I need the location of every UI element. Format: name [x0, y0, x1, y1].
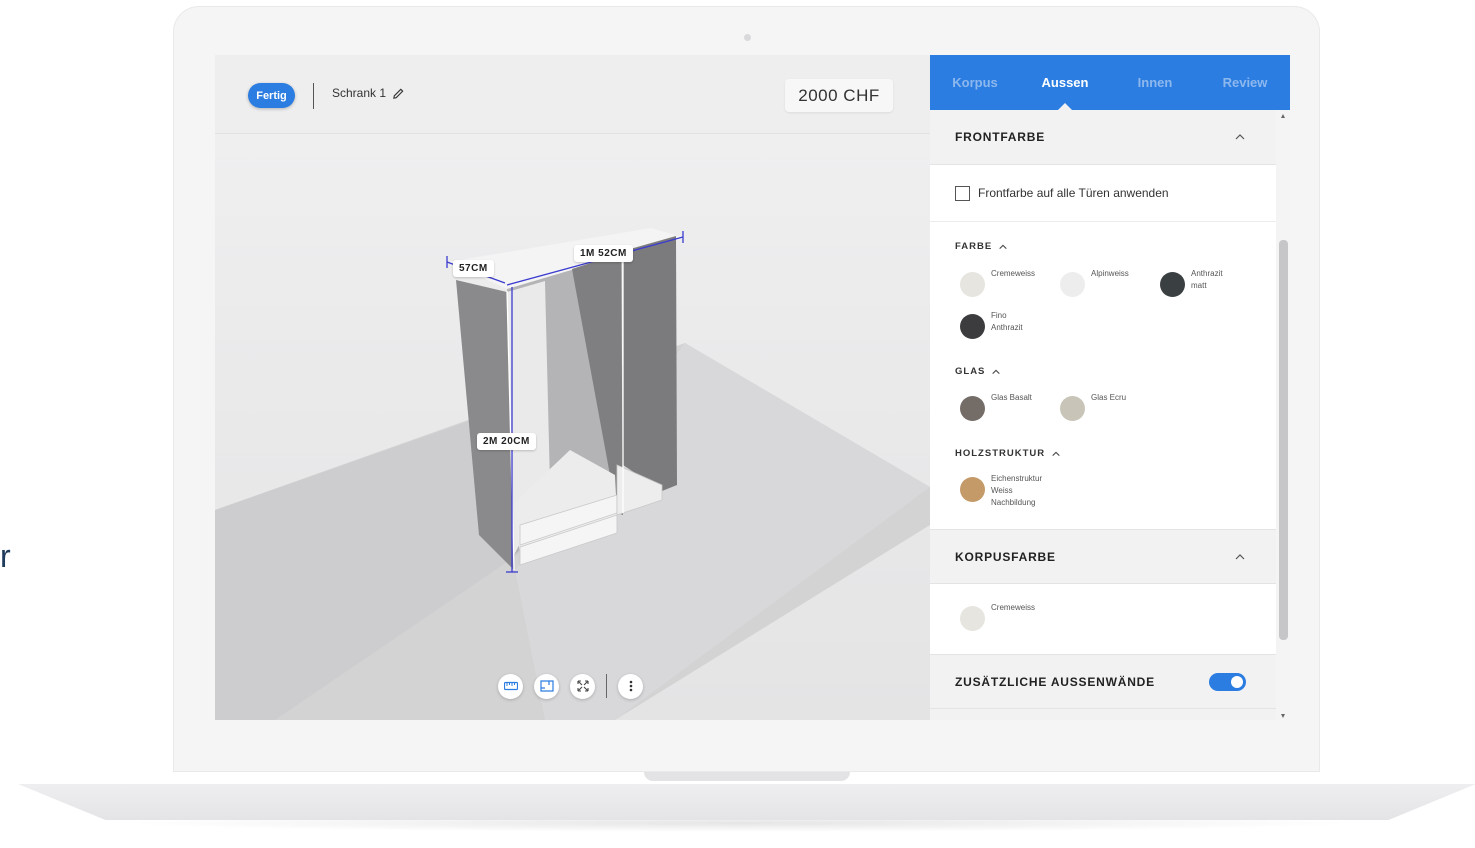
fullscreen-icon[interactable] [570, 673, 595, 699]
swatch-option[interactable]: Alpinweiss [1060, 268, 1160, 302]
dimension-height-label: 2M 20CM [477, 433, 536, 450]
group-header-glas[interactable]: GLAS [930, 366, 1276, 377]
scroll-down-icon[interactable] [1281, 714, 1285, 718]
price-display: 2000 CHF [785, 79, 893, 112]
tab-review[interactable]: Review [1200, 55, 1290, 110]
dimension-depth-label: 57CM [453, 260, 494, 277]
apply-all-doors-row[interactable]: Frontfarbe auf alle Türen anwenden [930, 165, 1276, 222]
swatch-label: Eichenstruktur Weiss Nachbildung [991, 474, 1043, 507]
section-header-aussenwaende: ZUSÄTZLICHE AUSSENWÄNDE [930, 654, 1276, 709]
laptop-notch [644, 772, 850, 781]
toolbar-divider [606, 674, 607, 698]
color-swatch [1060, 396, 1085, 421]
swatch-label: Glas Ecru [1091, 393, 1127, 402]
apply-all-doors-checkbox[interactable] [955, 185, 970, 201]
swatch-label: Cremeweiss [991, 603, 1036, 612]
panel-body: FRONTFARBE Frontfarbe auf alle Türen anw… [930, 110, 1276, 709]
pencil-icon[interactable] [392, 87, 405, 100]
viewport-toolbar [498, 673, 643, 699]
swatch-option[interactable]: Glas Ecru [1060, 392, 1160, 426]
swatch-grid-farbe: Cremeweiss Alpinweiss Anthrazit matt Fin… [930, 268, 1276, 352]
chevron-up-icon[interactable] [1234, 131, 1246, 143]
group-title-farbe: FARBE [955, 241, 993, 252]
apply-all-doors-label: Frontfarbe auf alle Türen anwenden [978, 186, 1169, 200]
color-swatch [960, 477, 985, 502]
configurator-viewport[interactable]: Fertig Schrank 1 2000 CHF 57CM 1M 52CM 2… [215, 55, 930, 720]
more-icon[interactable] [618, 673, 643, 699]
aussenwaende-toggle[interactable] [1209, 672, 1246, 691]
project-name-label: Schrank 1 [332, 86, 387, 100]
swatch-label: Fino Anthrazit [991, 311, 1023, 332]
configuration-panel: Korpus Aussen Innen Review FRONTFARBE Fr… [930, 55, 1290, 720]
color-swatch [960, 314, 985, 339]
section-title-korpusfarbe: KORPUSFARBE [955, 549, 1056, 564]
project-name[interactable]: Schrank 1 [332, 86, 405, 100]
section-title-aussenwaende: ZUSÄTZLICHE AUSSENWÄNDE [955, 674, 1155, 689]
frontfarbe-content: Frontfarbe auf alle Türen anwenden FARBE… [930, 165, 1276, 529]
color-swatch [960, 272, 985, 297]
chevron-up-icon[interactable] [1234, 551, 1246, 563]
section-title-frontfarbe: FRONTFARBE [955, 130, 1045, 144]
dimension-width-label: 1M 52CM [574, 245, 633, 262]
swatch-option[interactable]: Cremeweiss [960, 268, 1060, 302]
korpusfarbe-content: Cremeweiss [930, 584, 1276, 654]
stray-letter: r [0, 538, 11, 574]
swatch-option[interactable]: Cremeweiss [960, 602, 1060, 636]
swatch-label: Glas Basalt [991, 393, 1032, 402]
color-swatch [1060, 272, 1085, 297]
group-header-holzstruktur[interactable]: HOLZSTRUKTUR [930, 448, 1276, 459]
tab-korpus[interactable]: Korpus [930, 55, 1020, 110]
swatch-label: Anthrazit matt [1191, 269, 1223, 290]
swatch-option[interactable]: Fino Anthrazit [960, 310, 1060, 344]
chevron-up-icon[interactable] [998, 242, 1008, 252]
swatch-option[interactable]: Anthrazit matt [1160, 268, 1260, 302]
section-header-frontfarbe[interactable]: FRONTFARBE [930, 110, 1276, 165]
wardrobe-scene [215, 228, 930, 720]
section-header-korpusfarbe[interactable]: KORPUSFARBE [930, 529, 1276, 584]
swatch-label: Alpinweiss [1091, 269, 1129, 278]
group-header-farbe[interactable]: FARBE [930, 241, 1276, 252]
group-title-holzstruktur: HOLZSTRUKTUR [955, 448, 1046, 459]
step-tabs: Korpus Aussen Innen Review [930, 55, 1290, 110]
panel-scrollbar-thumb[interactable] [1279, 240, 1288, 640]
tab-innen[interactable]: Innen [1110, 55, 1200, 110]
swatch-option[interactable]: Eichenstruktur Weiss Nachbildung [960, 473, 1060, 517]
color-swatch [960, 606, 985, 631]
tab-aussen[interactable]: Aussen [1020, 55, 1110, 110]
group-title-glas: GLAS [955, 366, 986, 377]
color-swatch [960, 396, 985, 421]
floorplan-icon[interactable] [534, 673, 559, 699]
camera-icon [744, 34, 751, 41]
chevron-up-icon[interactable] [1051, 449, 1061, 459]
color-swatch [1160, 272, 1185, 297]
topbar-divider [313, 83, 314, 109]
chevron-up-icon[interactable] [991, 367, 1001, 377]
done-button[interactable]: Fertig [248, 83, 295, 108]
swatch-grid-korpusfarbe: Cremeweiss [930, 602, 1276, 644]
app-screen: Fertig Schrank 1 2000 CHF 57CM 1M 52CM 2… [215, 55, 1290, 720]
ruler-icon[interactable] [498, 673, 523, 699]
scroll-up-icon[interactable] [1281, 114, 1285, 118]
swatch-grid-glas: Glas Basalt Glas Ecru [930, 392, 1276, 434]
swatch-option[interactable]: Glas Basalt [960, 392, 1060, 426]
swatch-grid-holzstruktur: Eichenstruktur Weiss Nachbildung [930, 473, 1276, 525]
swatch-label: Cremeweiss [991, 269, 1036, 278]
